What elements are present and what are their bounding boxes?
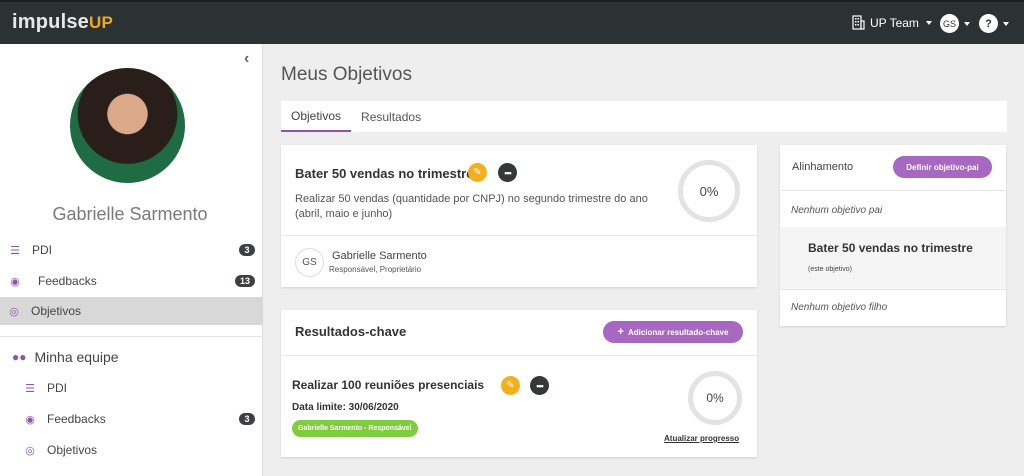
tab-objetivos[interactable]: Objetivos bbox=[281, 101, 352, 132]
team-item-feedbacks[interactable]: ◉ Feedbacks 3 bbox=[0, 405, 263, 433]
profile-name: Gabrielle Sarmento bbox=[52, 204, 208, 224]
list-icon: ☰ bbox=[10, 244, 20, 257]
more-options-icon[interactable]: ••• bbox=[530, 376, 549, 395]
edit-pencil-icon[interactable]: ✎ bbox=[501, 376, 520, 395]
key-result-deadline: Data limite: 30/06/2020 bbox=[292, 402, 399, 413]
divider bbox=[0, 336, 263, 337]
tab-bar: Objetivos Resultados bbox=[281, 101, 1007, 132]
sidebar-item-label: Objetivos bbox=[31, 304, 82, 318]
update-progress-link[interactable]: Atualizar progresso bbox=[664, 434, 739, 443]
divider bbox=[780, 190, 1006, 191]
chevron-down-icon bbox=[964, 21, 970, 26]
button-label: Adicionar resultado-chave bbox=[627, 327, 729, 337]
list-icon: ☰ bbox=[25, 382, 35, 395]
chevron-down-icon bbox=[1003, 21, 1009, 26]
help-icon: ? bbox=[979, 14, 998, 33]
count-badge: 3 bbox=[239, 244, 255, 256]
current-objective-block: Bater 50 vendas no trimestre (este objet… bbox=[780, 227, 1006, 289]
progress-ring: 0% bbox=[678, 160, 740, 222]
building-icon bbox=[852, 15, 865, 30]
divider bbox=[281, 355, 757, 356]
sidebar-item-feedbacks[interactable]: ◉ Feedbacks 13 bbox=[0, 267, 263, 295]
count-badge: 3 bbox=[239, 413, 255, 425]
collapse-sidebar-icon[interactable]: ‹ bbox=[244, 50, 249, 68]
target-icon: ◎ bbox=[9, 305, 19, 318]
sidebar-item-label: Feedbacks bbox=[47, 412, 106, 426]
count-badge: 13 bbox=[234, 275, 255, 287]
plus-icon: + bbox=[617, 326, 624, 338]
team-section-header: ●● Minha equipe bbox=[12, 349, 119, 365]
sidebar-item-objetivos[interactable]: ◎ Objetivos bbox=[0, 297, 263, 325]
more-options-icon[interactable]: ••• bbox=[498, 163, 517, 182]
team-item-pdi[interactable]: ☰ PDI bbox=[0, 374, 263, 402]
avatar: GS bbox=[295, 248, 324, 277]
top-bar: impulseUP UP Team GS ? bbox=[0, 0, 1024, 44]
team-item-objetivos[interactable]: ◎ Objetivos bbox=[0, 436, 263, 464]
edit-pencil-icon[interactable]: ✎ bbox=[468, 163, 487, 182]
app-logo[interactable]: impulseUP bbox=[12, 11, 113, 34]
current-objective-title: Bater 50 vendas no trimestre bbox=[808, 241, 973, 255]
key-results-header: Resultados-chave bbox=[295, 324, 407, 339]
divider bbox=[281, 235, 757, 236]
team-label: UP Team bbox=[870, 15, 919, 30]
no-child-text: Nenhum objetivo filho bbox=[791, 302, 888, 313]
target-icon: ◎ bbox=[25, 444, 35, 457]
alignment-label: Alinhamento bbox=[792, 161, 854, 173]
comments-icon: ◉ bbox=[25, 413, 35, 426]
define-parent-button[interactable]: Definir objetivo-pai bbox=[893, 156, 992, 178]
current-objective-note: (este objetivo) bbox=[808, 266, 852, 273]
sidebar-item-label: PDI bbox=[32, 243, 53, 257]
team-selector[interactable]: UP Team bbox=[852, 15, 932, 30]
objective-description: Realizar 50 vendas (quantidade por CNPJ)… bbox=[295, 193, 648, 220]
chevron-down-icon bbox=[925, 20, 932, 25]
comments-icon: ◉ bbox=[10, 275, 20, 288]
page-title: Meus Objetivos bbox=[281, 64, 412, 85]
no-parent-text: Nenhum objetivo pai bbox=[791, 205, 883, 216]
progress-ring: 0% bbox=[688, 371, 742, 425]
objective-card: Bater 50 vendas no trimestre ✎ ••• Reali… bbox=[281, 145, 757, 287]
owner-name: Gabrielle Sarmento bbox=[332, 250, 427, 262]
sidebar-item-label: Objetivos bbox=[47, 443, 98, 457]
divider bbox=[780, 289, 1006, 290]
profile-photo bbox=[70, 68, 185, 183]
user-menu[interactable]: GS bbox=[940, 14, 970, 33]
sidebar-item-label: Feedbacks bbox=[38, 274, 97, 288]
owner-tag: Gabrielle Sarmento - Responsável bbox=[292, 420, 418, 437]
alignment-card: Alinhamento Definir objetivo-pai Nenhum … bbox=[780, 145, 1006, 326]
key-results-card: Resultados-chave + Adicionar resultado-c… bbox=[281, 310, 757, 457]
sidebar: ‹ Gabrielle Sarmento ☰ PDI 3 ◉ Feedbacks… bbox=[0, 44, 263, 476]
owner-role: Responsável, Proprietário bbox=[329, 265, 422, 274]
sidebar-item-label: PDI bbox=[47, 381, 68, 395]
team-section-title: Minha equipe bbox=[34, 349, 119, 365]
users-icon: ●● bbox=[12, 350, 27, 364]
sidebar-item-pdi[interactable]: ☰ PDI 3 bbox=[0, 236, 263, 264]
key-result-title: Realizar 100 reuniões presenciais bbox=[292, 378, 485, 392]
avatar: GS bbox=[940, 14, 959, 33]
objective-title: Bater 50 vendas no trimestre bbox=[295, 166, 474, 181]
add-key-result-button[interactable]: + Adicionar resultado-chave bbox=[603, 321, 743, 343]
tab-resultados[interactable]: Resultados bbox=[351, 101, 431, 132]
help-menu[interactable]: ? bbox=[979, 14, 1009, 33]
